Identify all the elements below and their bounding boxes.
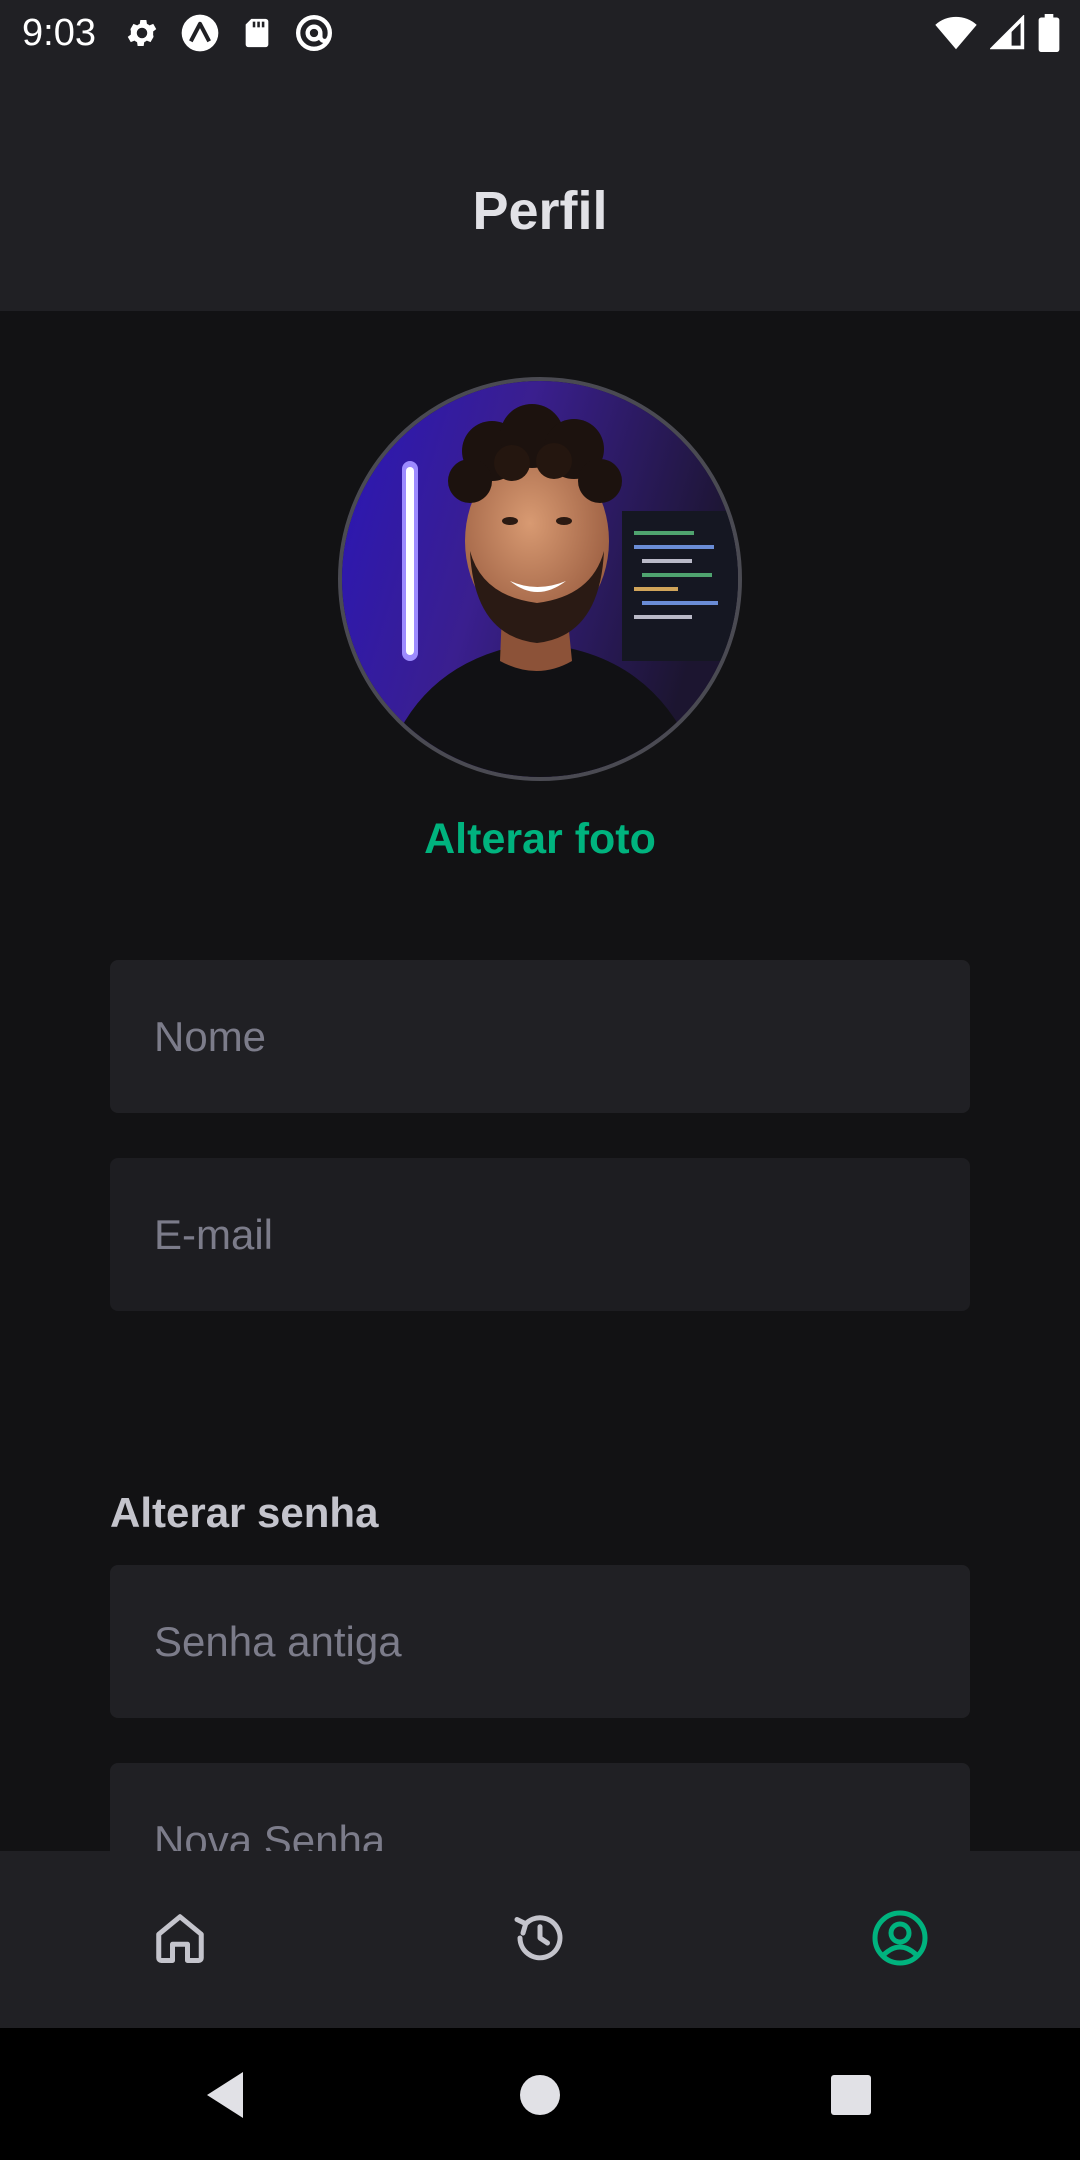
wifi-icon	[934, 15, 978, 51]
screen: 9:03 Perfil Alterar foto Nome E-mail Alt…	[0, 0, 1080, 2160]
expo-icon	[180, 13, 220, 53]
avatar[interactable]	[338, 377, 742, 781]
cell-signal-icon	[990, 15, 1026, 51]
tab-profile[interactable]	[845, 1885, 955, 1995]
name-input[interactable]	[154, 1012, 926, 1061]
android-nav-bar	[0, 2028, 1080, 2160]
home-circle-icon	[518, 2073, 562, 2122]
recents-button[interactable]	[816, 2062, 886, 2132]
home-icon	[150, 1908, 210, 1973]
email-field[interactable]	[110, 1158, 970, 1311]
at-sign-icon	[294, 13, 334, 53]
status-icons-right	[934, 13, 1060, 53]
page-title: Perfil	[472, 181, 608, 241]
email-input[interactable]	[154, 1210, 926, 1259]
battery-icon	[1038, 14, 1060, 52]
recents-square-icon	[829, 2073, 873, 2122]
back-triangle-icon	[203, 2070, 247, 2125]
status-icons-left	[124, 13, 334, 53]
change-photo-button[interactable]: Alterar foto	[0, 813, 1080, 865]
new-password-field[interactable]	[110, 1763, 970, 1851]
user-circle-icon	[870, 1908, 930, 1973]
bottom-tab-bar	[0, 1851, 1080, 2028]
history-icon	[510, 1908, 570, 1973]
home-button[interactable]	[505, 2062, 575, 2132]
change-password-heading: Alterar senha	[110, 1489, 379, 1536]
status-bar: 9:03	[0, 0, 1080, 66]
name-field[interactable]	[110, 960, 970, 1113]
status-time: 9:03	[22, 12, 96, 54]
tab-history[interactable]	[485, 1885, 595, 1995]
sd-card-icon	[240, 15, 274, 51]
profile-content[interactable]: Alterar foto Alterar senha	[0, 311, 1080, 1851]
tab-home[interactable]	[125, 1885, 235, 1995]
old-password-input[interactable]	[154, 1617, 926, 1666]
settings-gear-icon	[124, 15, 160, 51]
back-button[interactable]	[190, 2062, 260, 2132]
new-password-input[interactable]	[154, 1817, 926, 1851]
header: Perfil	[0, 66, 1080, 311]
old-password-field[interactable]	[110, 1565, 970, 1718]
